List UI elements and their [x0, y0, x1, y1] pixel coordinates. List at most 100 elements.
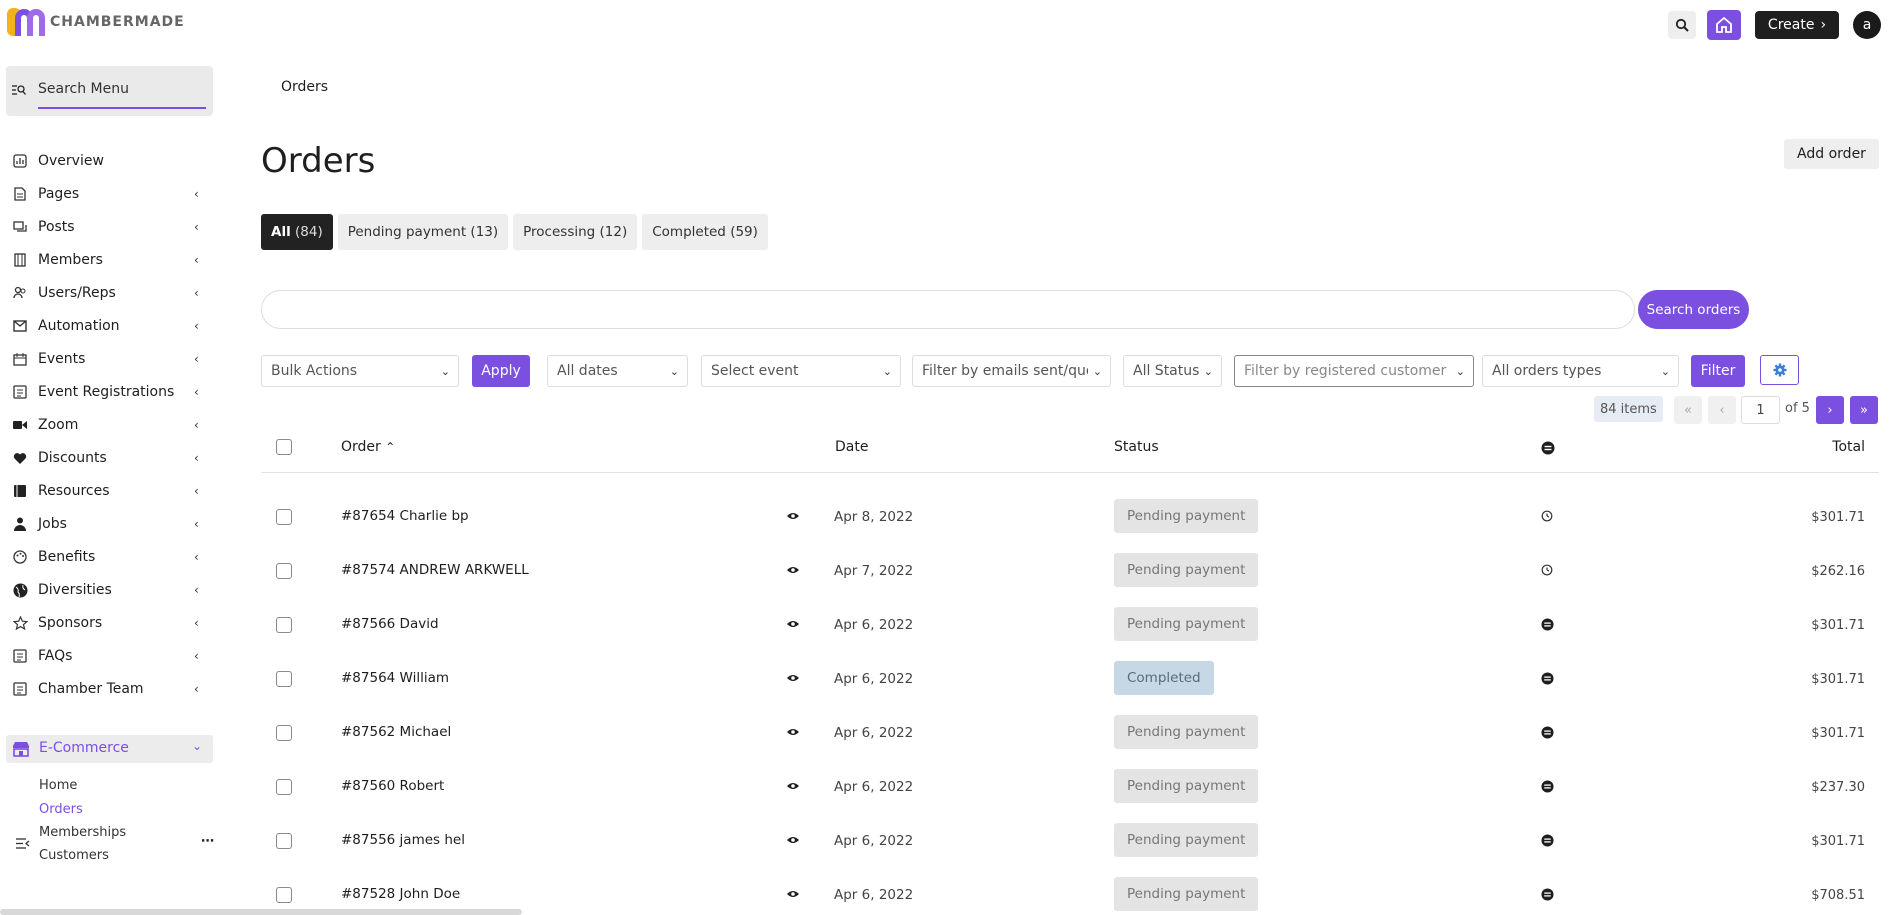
- sidebar-subitem-customers[interactable]: Customers: [39, 848, 109, 863]
- total-pages: of 5: [1785, 401, 1810, 416]
- sidebar-item-members[interactable]: Members ‹: [0, 245, 215, 275]
- sidebar-item-resources[interactable]: Resources ‹: [0, 476, 215, 506]
- preview-eye-icon[interactable]: [786, 779, 800, 795]
- preview-eye-icon[interactable]: [786, 563, 800, 579]
- breadcrumb[interactable]: Orders: [281, 79, 328, 95]
- sidebar-item-sponsors[interactable]: Sponsors ‹: [0, 608, 215, 638]
- sidebar-item-events[interactable]: Events ‹: [0, 344, 215, 374]
- email-status-icon[interactable]: [1541, 618, 1554, 635]
- preview-eye-icon[interactable]: [786, 617, 800, 633]
- status-badge: Pending payment: [1114, 499, 1259, 533]
- last-page-button[interactable]: »: [1850, 396, 1878, 424]
- preview-eye-icon[interactable]: [786, 887, 800, 903]
- sidebar-item-posts[interactable]: Posts ‹: [0, 212, 215, 242]
- sidebar-item-label: Chamber Team: [38, 681, 144, 697]
- preview-eye-icon[interactable]: [786, 833, 800, 849]
- row-checkbox[interactable]: [276, 563, 292, 579]
- order-total: $301.71: [1811, 618, 1865, 633]
- sidebar-item-zoom[interactable]: Zoom ‹: [0, 410, 215, 440]
- sidebar-item-benefits[interactable]: Benefits ‹: [0, 542, 215, 572]
- tab-all[interactable]: All (84): [261, 214, 333, 250]
- collapse-sidebar-icon[interactable]: [16, 838, 30, 853]
- email-status-icon[interactable]: [1541, 726, 1554, 743]
- event-select[interactable]: Select event ⌄: [701, 355, 901, 387]
- order-link[interactable]: #87574 ANDREW ARKWELL: [341, 562, 529, 578]
- home-button[interactable]: [1707, 10, 1741, 40]
- order-link[interactable]: #87566 David: [341, 616, 439, 632]
- search-orders-input[interactable]: [261, 290, 1635, 329]
- sidebar-subitem-home[interactable]: Home: [39, 778, 77, 793]
- tab-completed[interactable]: Completed (59): [642, 214, 768, 250]
- tab-pending-payment[interactable]: Pending payment (13): [337, 214, 509, 250]
- column-order[interactable]: Order ⌃: [341, 439, 395, 455]
- members-icon: [12, 252, 28, 268]
- next-page-button[interactable]: ›: [1816, 396, 1844, 424]
- avatar[interactable]: a: [1853, 11, 1881, 39]
- row-checkbox[interactable]: [276, 725, 292, 741]
- emails-sent-select[interactable]: Filter by emails sent/queued⌄: [912, 355, 1111, 387]
- row-checkbox[interactable]: [276, 617, 292, 633]
- video-icon: [12, 417, 28, 433]
- search-button[interactable]: [1668, 11, 1696, 39]
- column-date[interactable]: Date: [835, 439, 868, 455]
- more-options-icon[interactable]: ⋯: [201, 834, 214, 849]
- sidebar-subitem-orders[interactable]: Orders: [39, 802, 83, 817]
- apply-button[interactable]: Apply: [472, 355, 530, 387]
- sidebar-item-chamber-team[interactable]: Chamber Team ‹: [0, 674, 215, 704]
- preview-eye-icon[interactable]: [786, 509, 800, 525]
- order-link[interactable]: #87564 William: [341, 670, 449, 686]
- sidebar-subitem-memberships[interactable]: Memberships: [39, 825, 126, 840]
- add-order-button[interactable]: Add order: [1784, 139, 1879, 169]
- sidebar-item-pages[interactable]: Pages ‹: [0, 179, 215, 209]
- sidebar-item-ecommerce[interactable]: E-Commerce ⌄: [6, 735, 213, 763]
- order-link[interactable]: #87556 james hel: [341, 832, 465, 848]
- sidebar-item-diversities[interactable]: Diversities ‹: [0, 575, 215, 605]
- email-status-icon[interactable]: [1541, 780, 1554, 797]
- email-status-icon[interactable]: [1541, 888, 1554, 905]
- row-checkbox[interactable]: [276, 671, 292, 687]
- email-status-icon[interactable]: [1541, 834, 1554, 851]
- bulk-actions-select[interactable]: Bulk Actions ⌄: [261, 355, 459, 387]
- create-button[interactable]: Create ›: [1755, 11, 1839, 39]
- history-icon[interactable]: [1541, 564, 1553, 580]
- filter-button[interactable]: Filter: [1691, 355, 1745, 387]
- row-checkbox[interactable]: [276, 509, 292, 525]
- sidebar-item-overview[interactable]: Overview: [0, 146, 215, 176]
- order-types-select[interactable]: All orders types ⌄: [1482, 355, 1679, 387]
- screen-options-button[interactable]: [1760, 355, 1799, 385]
- preview-eye-icon[interactable]: [786, 725, 800, 741]
- row-checkbox[interactable]: [276, 887, 292, 903]
- status-select[interactable]: All Status ⌄: [1123, 355, 1222, 387]
- logo[interactable]: CHAMBERMADE: [6, 6, 185, 38]
- preview-eye-icon[interactable]: [786, 671, 800, 687]
- sidebar-item-jobs[interactable]: Jobs ‹: [0, 509, 215, 539]
- sidebar-item-discounts[interactable]: Discounts ‹: [0, 443, 215, 473]
- sidebar-item-faqs[interactable]: FAQs ‹: [0, 641, 215, 671]
- current-page-input[interactable]: 1: [1741, 396, 1780, 424]
- bulk-actions-value: Bulk Actions: [271, 363, 358, 379]
- order-link[interactable]: #87562 Michael: [341, 724, 451, 740]
- select-all-checkbox[interactable]: [276, 439, 292, 455]
- order-link[interactable]: #87654 Charlie bp: [341, 508, 469, 524]
- search-orders-button[interactable]: Search orders: [1638, 290, 1749, 329]
- dates-select[interactable]: All dates ⌄: [547, 355, 688, 387]
- sidebar-item-label: Benefits: [38, 549, 96, 565]
- registered-customer-select[interactable]: Filter by registered customer ⌄: [1234, 355, 1474, 387]
- email-status-icon[interactable]: [1541, 672, 1554, 689]
- row-checkbox[interactable]: [276, 833, 292, 849]
- sidebar-item-users-reps[interactable]: Users/Reps ‹: [0, 278, 215, 308]
- first-page-button[interactable]: «: [1674, 396, 1702, 424]
- table-row: #87566 David Apr 6, 2022 Pending payment $3…: [261, 598, 1879, 652]
- sidebar-item-event-registrations[interactable]: Event Registrations ‹: [0, 377, 215, 407]
- sidebar-item-label: Sponsors: [38, 615, 103, 631]
- tab-processing[interactable]: Processing (12): [513, 214, 638, 250]
- order-link[interactable]: #87560 Robert: [341, 778, 444, 794]
- order-link[interactable]: #87528 John Doe: [341, 886, 460, 902]
- search-menu-input[interactable]: Search Menu: [6, 66, 213, 116]
- prev-page-button[interactable]: ‹: [1708, 396, 1736, 424]
- chevron-left-icon: ‹: [194, 616, 199, 630]
- row-checkbox[interactable]: [276, 779, 292, 795]
- history-icon[interactable]: [1541, 510, 1553, 526]
- sidebar-item-automation[interactable]: Automation ‹: [0, 311, 215, 341]
- chevron-down-icon: ⌄: [882, 365, 892, 378]
